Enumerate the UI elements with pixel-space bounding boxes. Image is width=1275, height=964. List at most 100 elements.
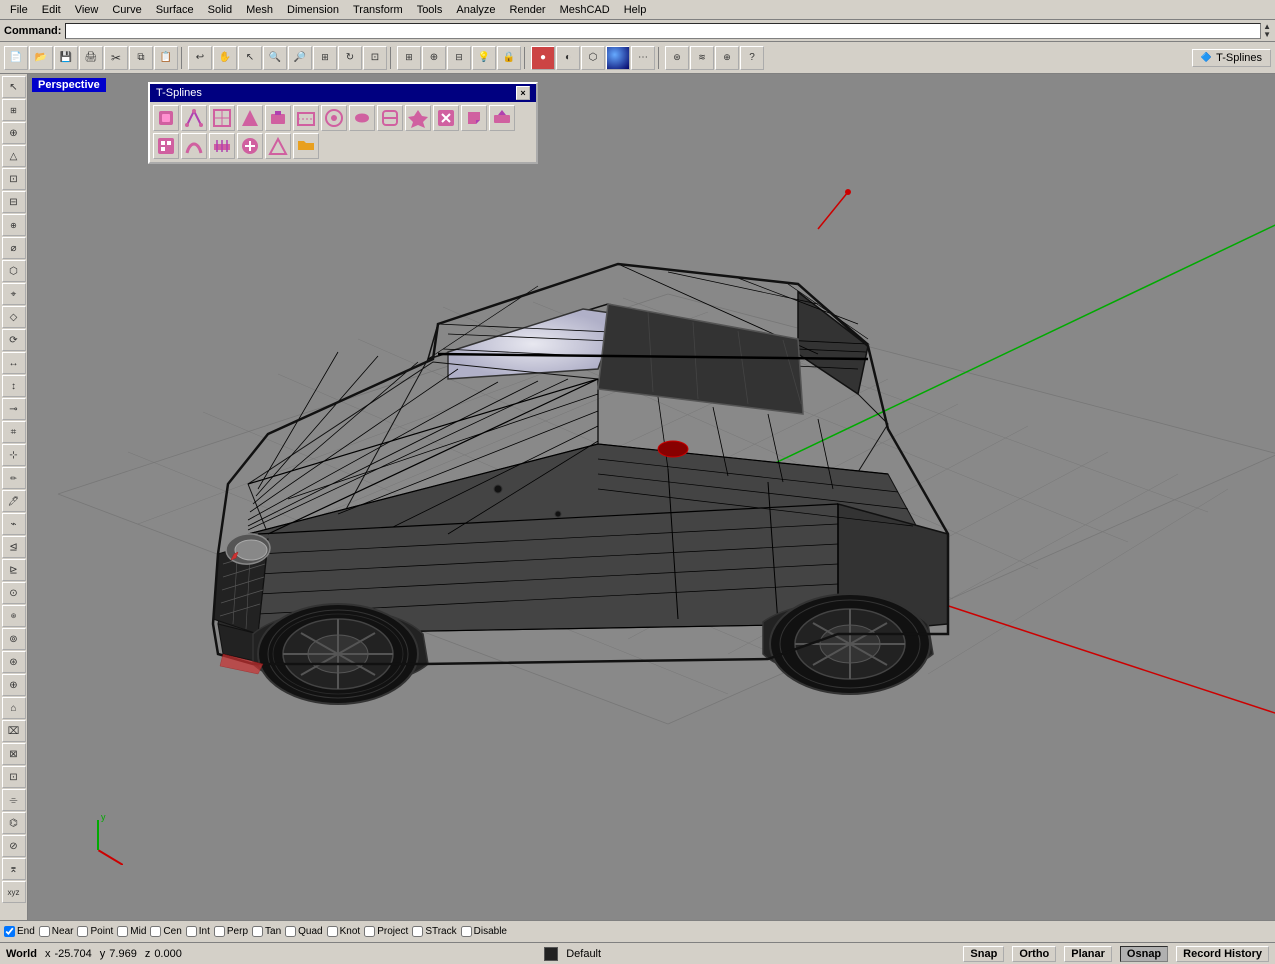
zoom-extent[interactable]: ⊡ xyxy=(363,46,387,70)
tspline-tool-4[interactable] xyxy=(237,105,263,131)
mesh-btn[interactable]: ⬡ xyxy=(581,46,605,70)
command-input[interactable] xyxy=(65,23,1261,39)
snap-knot[interactable]: Knot xyxy=(327,926,361,937)
snap-near[interactable]: Near xyxy=(39,926,74,937)
menu-curve[interactable]: Curve xyxy=(106,3,147,17)
planar-button[interactable]: Planar xyxy=(1064,946,1112,962)
menu-solid[interactable]: Solid xyxy=(202,3,238,17)
sidebar-btn-10[interactable]: ⌖ xyxy=(2,283,26,305)
sidebar-btn-22[interactable]: ⊵ xyxy=(2,559,26,581)
zoom-btn3[interactable]: ⊞ xyxy=(313,46,337,70)
sidebar-btn-29[interactable]: ⌧ xyxy=(2,720,26,742)
select-button[interactable]: ↖ xyxy=(238,46,262,70)
zoom-button2[interactable]: 🔎 xyxy=(288,46,312,70)
snap-disable[interactable]: Disable xyxy=(461,926,507,937)
snap-end[interactable]: End xyxy=(4,926,35,937)
sidebar-btn-21[interactable]: ⊴ xyxy=(2,536,26,558)
sidebar-btn-14[interactable]: ↕ xyxy=(2,375,26,397)
help-icon-btn[interactable]: ? xyxy=(740,46,764,70)
tsplines-panel-close[interactable]: × xyxy=(516,86,530,100)
more-btn[interactable]: ⋯ xyxy=(631,46,655,70)
new-button[interactable]: 📄 xyxy=(4,46,28,70)
snap-project[interactable]: Project xyxy=(364,926,408,937)
analysis-btn2[interactable]: ≋ xyxy=(690,46,714,70)
project-checkbox[interactable] xyxy=(364,926,375,937)
snap-point[interactable]: Point xyxy=(77,926,113,937)
sidebar-btn-4[interactable]: △ xyxy=(2,145,26,167)
sidebar-btn-16[interactable]: ⌗ xyxy=(2,421,26,443)
sidebar-btn-33[interactable]: ⌬ xyxy=(2,812,26,834)
material-btn[interactable]: ● xyxy=(531,46,555,70)
tsplines-panel-titlebar[interactable]: T-Splines × xyxy=(150,84,536,102)
tspline-tool-9[interactable] xyxy=(377,105,403,131)
tspline-tool-2[interactable] xyxy=(181,105,207,131)
sidebar-btn-20[interactable]: ⌁ xyxy=(2,513,26,535)
snap-cen[interactable]: Cen xyxy=(150,926,181,937)
snap-btn[interactable]: ⊕ xyxy=(422,46,446,70)
sidebar-btn-25[interactable]: ⊚ xyxy=(2,628,26,650)
tspline-tool-3[interactable] xyxy=(209,105,235,131)
disable-checkbox[interactable] xyxy=(461,926,472,937)
sidebar-btn-18[interactable]: ✏ xyxy=(2,467,26,489)
sidebar-btn-12[interactable]: ⟳ xyxy=(2,329,26,351)
sidebar-btn-31[interactable]: ⊡ xyxy=(2,766,26,788)
menu-tools[interactable]: Tools xyxy=(411,3,449,17)
sidebar-btn-13[interactable]: ↔ xyxy=(2,352,26,374)
snap-button[interactable]: Snap xyxy=(963,946,1004,962)
perp-checkbox[interactable] xyxy=(214,926,225,937)
snap-perp[interactable]: Perp xyxy=(214,926,248,937)
int-checkbox[interactable] xyxy=(186,926,197,937)
tspline-tool-16[interactable] xyxy=(209,133,235,159)
record-history-button[interactable]: Record History xyxy=(1176,946,1269,962)
quad-checkbox[interactable] xyxy=(285,926,296,937)
ball-btn[interactable]: ● xyxy=(606,46,630,70)
menu-analyze[interactable]: Analyze xyxy=(450,3,501,17)
tspline-tool-1[interactable] xyxy=(153,105,179,131)
tspline-tool-11[interactable] xyxy=(433,105,459,131)
analysis-btn3[interactable]: ⊕ xyxy=(715,46,739,70)
undo-button[interactable]: ↩ xyxy=(188,46,212,70)
point-checkbox[interactable] xyxy=(77,926,88,937)
menu-file[interactable]: File xyxy=(4,3,34,17)
menu-meshcad[interactable]: MeshCAD xyxy=(554,3,616,17)
sidebar-btn-32[interactable]: ⌯ xyxy=(2,789,26,811)
sidebar-btn-5[interactable]: ⊡ xyxy=(2,168,26,190)
pan-button[interactable]: ✋ xyxy=(213,46,237,70)
sidebar-btn-1[interactable]: ↖ xyxy=(2,76,26,98)
paste-button[interactable]: 📋 xyxy=(154,46,178,70)
ortho-button[interactable]: Ortho xyxy=(1012,946,1056,962)
knot-checkbox[interactable] xyxy=(327,926,338,937)
snap-mid[interactable]: Mid xyxy=(117,926,146,937)
tsplines-toolbar-button[interactable]: 🔷 T-Splines xyxy=(1192,49,1271,67)
sidebar-btn-2[interactable]: ⊞ xyxy=(2,99,26,121)
tspline-tool-7[interactable] xyxy=(321,105,347,131)
strack-checkbox[interactable] xyxy=(412,926,423,937)
analysis-btn1[interactable]: ⊛ xyxy=(665,46,689,70)
sidebar-btn-35[interactable]: ⌆ xyxy=(2,858,26,880)
command-scroll[interactable]: ▲ ▼ xyxy=(1263,23,1271,39)
sidebar-btn-27[interactable]: ⊕ xyxy=(2,674,26,696)
tspline-tool-14[interactable] xyxy=(153,133,179,159)
sidebar-btn-7[interactable]: ⊕ xyxy=(2,214,26,236)
sidebar-btn-34[interactable]: ⊘ xyxy=(2,835,26,857)
sidebar-btn-15[interactable]: ⊸ xyxy=(2,398,26,420)
sidebar-btn-23[interactable]: ⊙ xyxy=(2,582,26,604)
tspline-tool-12[interactable] xyxy=(461,105,487,131)
copy-button[interactable]: ⧉ xyxy=(129,46,153,70)
mid-checkbox[interactable] xyxy=(117,926,128,937)
snap-int[interactable]: Int xyxy=(186,926,210,937)
print-button[interactable]: 🖨 xyxy=(79,46,103,70)
rotate-button[interactable]: ↻ xyxy=(338,46,362,70)
menu-edit[interactable]: Edit xyxy=(36,3,67,17)
snap-strack[interactable]: STrack xyxy=(412,926,456,937)
tspline-tool-6[interactable] xyxy=(293,105,319,131)
sidebar-btn-28[interactable]: ⌂ xyxy=(2,697,26,719)
open-button[interactable]: 📂 xyxy=(29,46,53,70)
wire-btn[interactable]: ⊟ xyxy=(447,46,471,70)
menu-view[interactable]: View xyxy=(69,3,105,17)
menu-dimension[interactable]: Dimension xyxy=(281,3,345,17)
sidebar-btn-6[interactable]: ⊟ xyxy=(2,191,26,213)
sidebar-btn-19[interactable]: 🖊 xyxy=(2,490,26,512)
light-btn[interactable]: 💡 xyxy=(472,46,496,70)
menu-render[interactable]: Render xyxy=(504,3,552,17)
